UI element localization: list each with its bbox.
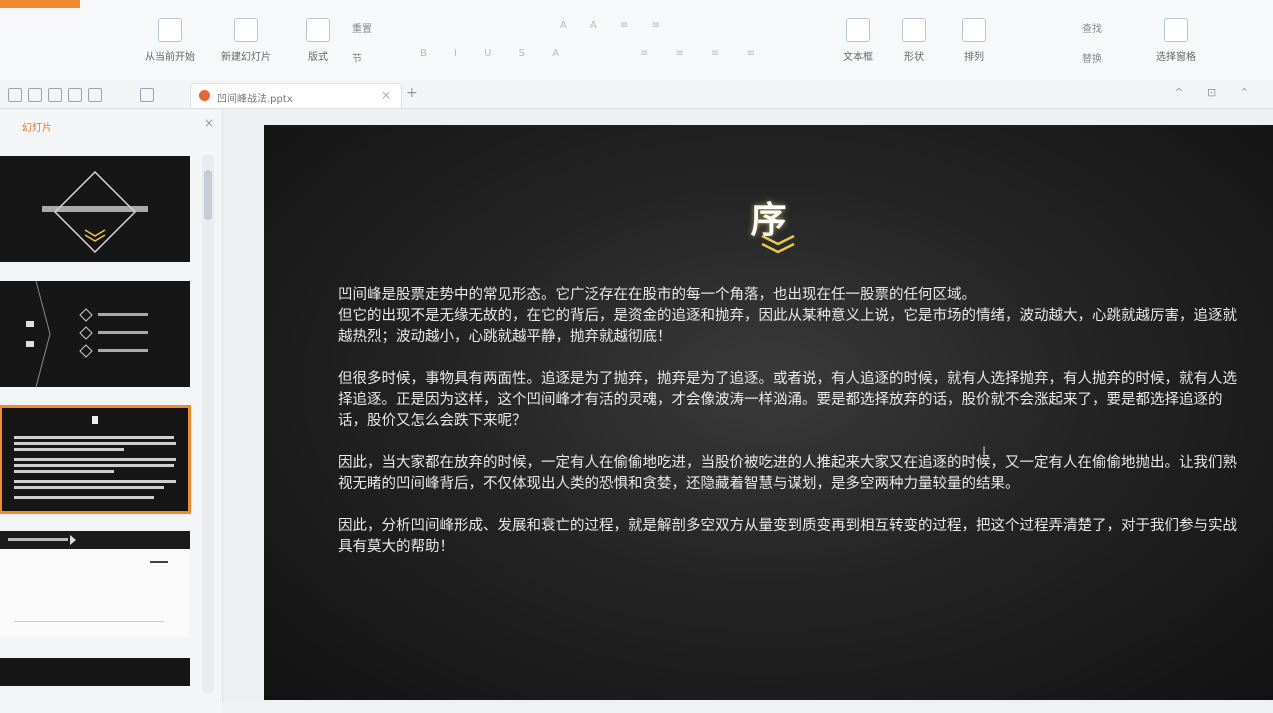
light-slide-graphic (0, 531, 190, 622)
app-menu-tab[interactable] (0, 0, 80, 8)
shape-label: 形状 (904, 52, 924, 63)
document-tab-bar: 凹间峰战法.pptx × + ^ ⊡ ⌃ (0, 80, 1273, 109)
font-format-group[interactable]: B I U S A (420, 48, 571, 59)
layout-icon (306, 18, 330, 42)
arrange-label: 排列 (964, 52, 984, 63)
preview-icon[interactable] (48, 88, 62, 102)
slide-canvas[interactable]: 序 凹间峰是股票走势中的常见形态。它广泛存在在股市的每一个角落，也出现在任一股票… (264, 125, 1273, 700)
textbox-label: 文本框 (843, 52, 873, 63)
play-icon (158, 18, 182, 42)
contents-graphic (26, 281, 148, 387)
new-tab-icon[interactable]: + (406, 85, 418, 101)
arrange-button[interactable]: 排列 (944, 14, 1004, 70)
shape-button[interactable]: 形状 (884, 14, 944, 70)
format-painter-icon[interactable] (140, 88, 154, 102)
document-tab[interactable]: 凹间峰战法.pptx × (190, 83, 402, 108)
slide-thumbnail-3[interactable] (0, 405, 191, 514)
presentation-file-icon (199, 90, 210, 101)
close-tab-icon[interactable]: × (381, 88, 391, 102)
document-tab-name: 凹间峰战法.pptx (217, 94, 293, 105)
from-current-button[interactable]: 从当前开始 (140, 14, 200, 70)
ribbon-toolbar: 从当前开始 新建幻灯片 版式 重置 节 B I U S A A A ≡ ≡ ≡ … (0, 0, 1273, 81)
slides-scrollbar-thumb[interactable] (204, 170, 212, 220)
slide-thumbnail-5[interactable] (0, 658, 190, 686)
text-slide-graphic (14, 416, 176, 499)
slides-panel: 幻灯片 × (0, 110, 223, 713)
paragraph-align-group[interactable]: ≡ ≡ ≡ ≡ (640, 48, 767, 59)
slide-paragraph-4: 因此，分析凹间峰形成、发展和衰亡的过程，就是解剖多空双方从量变到质变再到相互转变… (338, 518, 1237, 555)
reset-button[interactable]: 重置 (352, 20, 372, 35)
font-size-group[interactable]: A A ≡ ≡ (560, 20, 670, 31)
arrange-icon (962, 18, 986, 42)
slide-body-text[interactable]: 凹间峰是股票走势中的常见形态。它广泛存在在股市的每一个角落，也出现在任一股票的任… (338, 285, 1238, 579)
redo-icon[interactable] (88, 88, 102, 102)
undo-icon[interactable] (68, 88, 82, 102)
double-chevron-down-icon (761, 234, 795, 254)
slide-paragraph-1: 凹间峰是股票走势中的常见形态。它广泛存在在股市的每一个角落，也出现在任一股票的任… (338, 287, 1237, 345)
selection-pane-button[interactable]: 选择窗格 (1146, 14, 1206, 70)
save-icon[interactable] (8, 88, 22, 102)
status-strip (222, 703, 1273, 713)
textbox-button[interactable]: 文本框 (828, 14, 888, 70)
slide-thumbnail-4[interactable] (0, 531, 190, 637)
slides-panel-label: 幻灯片 (22, 123, 52, 134)
slides-panel-header: 幻灯片 × (0, 116, 222, 134)
close-panel-icon[interactable]: × (204, 116, 214, 130)
textbox-icon (846, 18, 870, 42)
slides-scrollbar[interactable] (202, 154, 214, 694)
slide-paragraph-2: 但很多时候，事物具有两面性。追逐是为了抛弃，抛弃是为了追逐。或者说，有人追逐的时… (338, 371, 1237, 429)
window-tools[interactable]: ^ ⊡ ⌃ (1174, 86, 1259, 99)
shape-icon (902, 18, 926, 42)
new-slide-label: 新建幻灯片 (221, 52, 271, 63)
new-slide-button[interactable]: 新建幻灯片 (216, 14, 276, 70)
slide-thumbnail-1[interactable] (0, 156, 190, 262)
slide-paragraph-3: 因此，当大家都在放弃的时候，一定有人在偷偷地吃进，当股价被吃进的人推起来大家又在… (338, 455, 1237, 492)
layout-label: 版式 (308, 52, 328, 63)
replace-button[interactable]: 替换 (1082, 50, 1102, 65)
new-slide-icon (234, 18, 258, 42)
selection-pane-label: 选择窗格 (1156, 52, 1196, 63)
find-button[interactable]: 查找 (1082, 20, 1102, 35)
slide-thumbnail-2[interactable] (0, 281, 190, 387)
cover-diamond-graphic (42, 170, 148, 254)
selection-pane-icon (1164, 18, 1188, 42)
print-icon[interactable] (28, 88, 42, 102)
text-cursor-icon: I (982, 445, 987, 461)
section-button[interactable]: 节 (352, 50, 362, 65)
from-current-label: 从当前开始 (145, 52, 195, 63)
layout-button[interactable]: 版式 (288, 14, 348, 70)
